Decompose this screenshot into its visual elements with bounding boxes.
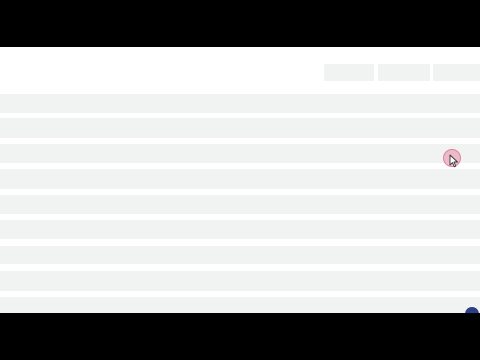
- table-row[interactable]: [0, 220, 480, 239]
- table-row[interactable]: [0, 118, 480, 138]
- toolbar-button-3[interactable]: [433, 64, 480, 81]
- table-row[interactable]: [0, 297, 480, 313]
- mouse-pointer-icon: [449, 154, 458, 168]
- table-row[interactable]: [0, 246, 480, 264]
- table-row[interactable]: [0, 195, 480, 214]
- table-row[interactable]: [0, 94, 480, 113]
- toolbar-button-1[interactable]: [324, 64, 374, 81]
- letterbox-bottom: [0, 313, 480, 360]
- table-row[interactable]: [0, 271, 480, 291]
- toolbar: [0, 47, 480, 91]
- app-screen: [0, 47, 480, 313]
- letterbox-top: [0, 0, 480, 47]
- table-row[interactable]: [0, 169, 480, 189]
- table-row[interactable]: [0, 144, 480, 163]
- toolbar-button-2[interactable]: [378, 64, 430, 81]
